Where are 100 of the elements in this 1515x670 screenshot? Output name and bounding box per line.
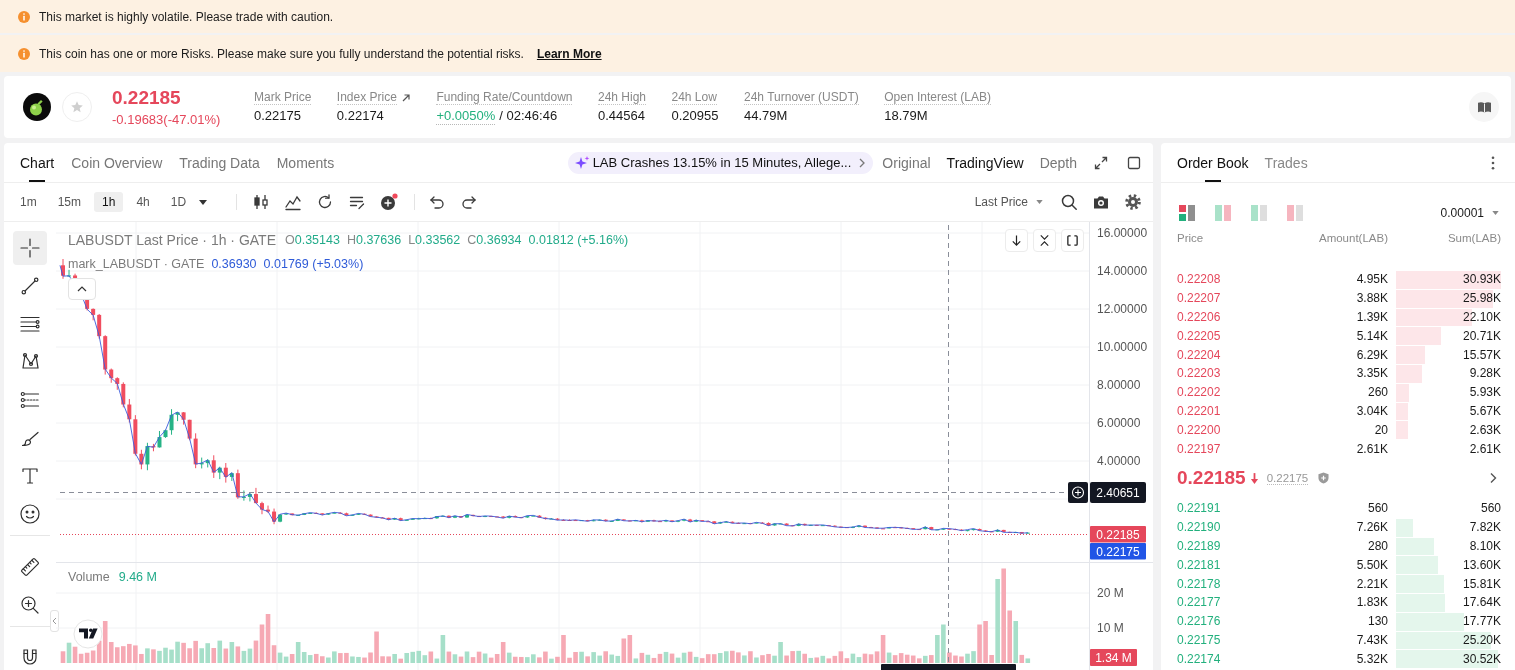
bid-amount: 5.32K <box>1356 651 1388 666</box>
depth-bar <box>1396 402 1408 421</box>
countdown-value: / 02:46:46 <box>499 108 558 124</box>
ask-price: 0.22205 <box>1177 328 1222 343</box>
depth-bar <box>1396 421 1408 440</box>
diagonal-arrow-icon[interactable] <box>400 92 411 103</box>
bid-sum: 25.20K <box>1462 632 1501 647</box>
bid-sum: 30.52K <box>1462 651 1501 666</box>
bid-amount: 2.21K <box>1356 576 1388 591</box>
mark-series-title: mark_LABUSDT · GATE <box>68 257 205 271</box>
ask-sum: 30.93K <box>1462 272 1501 287</box>
chevron-right-icon[interactable] <box>1489 472 1497 485</box>
crosshair-price-tag: 2.40651 <box>1090 482 1146 503</box>
mark-price-tag: 0.22175 <box>1090 543 1146 560</box>
price-axis-label: 16.00000 <box>1097 226 1148 240</box>
shield-icon[interactable] <box>1318 472 1330 485</box>
bid-sum: 7.82K <box>1469 520 1501 535</box>
ask-sum: 22.10K <box>1462 310 1501 324</box>
ask-price: 0.22201 <box>1177 403 1222 418</box>
chart-view-tab[interactable]: Depth <box>1039 154 1077 171</box>
mark-series-change: 0.01769 (+5.03%) <box>263 257 364 271</box>
interval-button[interactable]: 1D <box>162 192 195 212</box>
price-axis-label: 4.00000 <box>1097 454 1141 468</box>
ask-amount: 260 <box>1367 385 1388 400</box>
ask-amount: 4.95K <box>1356 272 1388 287</box>
volume-label: Volume <box>68 570 110 584</box>
ohlc-value: H0.37636 <box>346 233 402 247</box>
maximize-icon[interactable] <box>1127 155 1141 170</box>
stat-label: 24h Low <box>671 90 717 105</box>
price-source-dropdown[interactable]: Last Price <box>974 195 1043 209</box>
caret-down-icon <box>1036 200 1043 204</box>
price-axis-label: 6.00000 <box>1097 416 1141 430</box>
caret-down-icon[interactable] <box>199 199 208 205</box>
news-pill[interactable]: LAB Crashes 13.15% in 15 Minutes, Allege... <box>567 151 874 174</box>
volume-axis-label: 10 M <box>1097 621 1124 635</box>
ask-price: 0.22204 <box>1177 347 1222 362</box>
chart-tab[interactable]: Moments <box>276 143 335 182</box>
bid-price: 0.22190 <box>1177 520 1222 535</box>
depth-bar <box>1396 612 1465 631</box>
bid-price: 0.22177 <box>1177 595 1222 610</box>
order-book-tab[interactable]: Order Book <box>1177 143 1249 182</box>
stat-label: 24h High <box>597 90 646 105</box>
chevron-up-icon <box>77 286 87 292</box>
chart-view-tab[interactable]: Original <box>882 154 931 171</box>
interval-button[interactable]: 4h <box>128 192 158 212</box>
chart-tab[interactable]: Coin Overview <box>71 143 163 182</box>
interval-button[interactable]: 15m <box>49 192 89 212</box>
mark-price: 0.22175 <box>1266 471 1309 485</box>
bid-sum: 15.81K <box>1462 576 1501 591</box>
column-header: Sum(LAB) <box>1446 232 1501 244</box>
arrow-down-icon <box>1010 234 1023 247</box>
interval-button[interactable]: 1m <box>12 192 45 212</box>
stat-value: +0.0050% <box>436 107 496 125</box>
fit-button[interactable] <box>1061 229 1084 252</box>
collapse-handle[interactable] <box>50 610 59 632</box>
stat-value: 44.79M <box>744 108 788 124</box>
ohlc-value: L0.33562 <box>408 233 461 247</box>
ask-sum: 5.67K <box>1469 403 1501 418</box>
book-layout-icon[interactable] <box>1179 205 1195 221</box>
ask-sum: 25.98K <box>1462 291 1501 306</box>
chevron-left-icon <box>52 617 57 625</box>
scroll-button[interactable] <box>1005 229 1028 252</box>
stat-label: Index Price <box>336 90 397 105</box>
chart-view-tab[interactable]: TradingView <box>946 154 1024 171</box>
ask-price: 0.22207 <box>1177 291 1222 306</box>
collapse-button[interactable] <box>1033 229 1056 252</box>
tradingview-logo-icon[interactable] <box>73 619 103 649</box>
interval-button[interactable]: 1h <box>94 192 124 212</box>
bid-amount: 280 <box>1367 538 1388 553</box>
bid-sum: 8.10K <box>1469 538 1501 553</box>
price-change: -0.19683(-47.01%) <box>112 111 221 128</box>
stat-label: Mark Price <box>254 90 312 105</box>
volume-axis-label: 20 M <box>1097 586 1124 600</box>
ask-sum: 20.71K <box>1462 328 1501 343</box>
bid-amount: 5.50K <box>1356 557 1388 572</box>
depth-bar <box>1396 575 1445 593</box>
book-icon <box>1476 100 1492 114</box>
precision-dropdown[interactable]: 0.00001 <box>1440 206 1499 220</box>
bid-price: 0.22176 <box>1177 614 1222 629</box>
search-icon[interactable] <box>1060 193 1078 211</box>
crosshair-icon <box>19 237 41 259</box>
mark-series-value: 0.36930 <box>211 257 257 271</box>
chevron-right-icon <box>858 156 867 169</box>
plus-circle-icon[interactable] <box>380 193 399 211</box>
ohlc-value: O0.35143 <box>285 233 340 247</box>
guide-button[interactable] <box>1469 92 1499 122</box>
price-axis-label: 8.00000 <box>1097 378 1141 392</box>
order-book-tab[interactable]: Trades <box>1264 143 1308 182</box>
expand-icon[interactable] <box>1094 155 1108 170</box>
learn-more-link[interactable]: Learn More <box>536 46 602 61</box>
more-icon[interactable] <box>1491 155 1495 170</box>
candlestick-icon[interactable] <box>252 193 271 211</box>
ask-price: 0.22202 <box>1177 385 1222 400</box>
chart-tab[interactable]: Chart <box>20 143 55 182</box>
ask-price: 0.22206 <box>1177 310 1222 324</box>
zoom-in-icon <box>19 594 41 616</box>
ask-price: 0.22200 <box>1177 422 1222 437</box>
text-tool-icon <box>19 465 41 487</box>
settings-icon[interactable] <box>1124 193 1142 211</box>
chart-tab[interactable]: Trading Data <box>179 143 260 182</box>
